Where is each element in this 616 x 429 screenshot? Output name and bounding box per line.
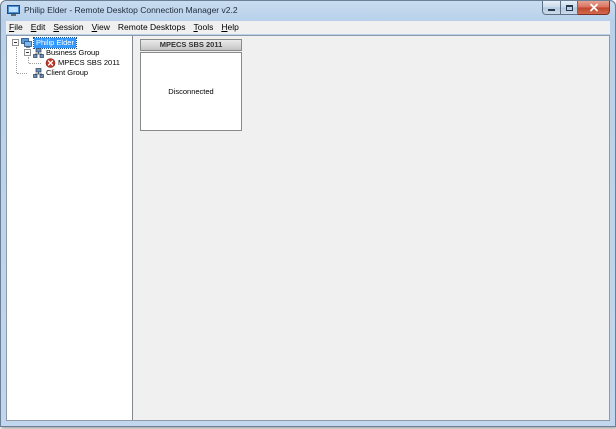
maximize-icon: [565, 4, 573, 11]
menu-remote-desktops-label: Remote Desktops: [117, 22, 186, 32]
menu-session-label: ession: [59, 22, 84, 32]
connection-status: Disconnected: [168, 87, 214, 96]
tree-node-label: MPECS SBS 2011: [58, 58, 120, 67]
title-bar[interactable]: Philip Elder - Remote Desktop Connection…: [1, 1, 615, 21]
client-area: Philip Elder Business Group MPECS SBS 20…: [6, 35, 610, 421]
close-icon: [589, 3, 598, 12]
menu-file-label: ile: [14, 22, 23, 32]
server-thumbnail[interactable]: MPECS SBS 2011 Disconnected: [140, 39, 242, 131]
tree-node-label: Philip Elder: [33, 36, 77, 49]
computers-root-icon: [21, 37, 32, 48]
tree-node-label: Client Group: [46, 68, 89, 77]
menu-session[interactable]: Session: [50, 21, 86, 34]
server-tree[interactable]: Philip Elder Business Group MPECS SBS 20…: [7, 36, 133, 420]
app-icon: [7, 5, 20, 16]
collapse-toggle[interactable]: [24, 49, 31, 56]
menu-view-label: iew: [97, 22, 110, 32]
menu-help[interactable]: Help: [218, 21, 241, 34]
group-network-icon: [33, 47, 44, 58]
minimize-button[interactable]: [542, 1, 561, 15]
tree-connector: [17, 73, 27, 74]
collapse-toggle[interactable]: [12, 39, 19, 46]
app-window: Philip Elder - Remote Desktop Connection…: [0, 0, 616, 427]
menu-help-label: elp: [227, 22, 239, 32]
tree-connector: [16, 47, 17, 73]
menu-edit-label: dit: [36, 22, 46, 32]
thumbnail-title: MPECS SBS 2011: [140, 39, 242, 51]
menu-file[interactable]: File: [6, 21, 26, 34]
menu-remote-desktops[interactable]: Remote Desktops: [115, 21, 189, 34]
menu-bar: File Edit Session View Remote Desktops T…: [6, 21, 610, 34]
thumbnail-session[interactable]: Disconnected: [140, 52, 242, 131]
menu-tools-label: ools: [197, 22, 214, 32]
window-title: Philip Elder - Remote Desktop Connection…: [24, 5, 238, 15]
thumbnail-pane: MPECS SBS 2011 Disconnected: [133, 36, 609, 420]
minimize-icon: [548, 8, 555, 11]
tree-node-label: Business Group: [46, 48, 100, 57]
maximize-button[interactable]: [561, 1, 578, 15]
menu-edit[interactable]: Edit: [28, 21, 49, 34]
close-button[interactable]: [578, 1, 610, 15]
menu-tools[interactable]: Tools: [190, 21, 216, 34]
caption-buttons: [542, 1, 610, 16]
menu-view[interactable]: View: [89, 21, 113, 34]
error-x-icon: [45, 57, 56, 68]
tree-node-client-group[interactable]: Client Group: [33, 67, 88, 78]
group-network-icon: [33, 67, 44, 78]
tree-connector: [29, 63, 41, 64]
